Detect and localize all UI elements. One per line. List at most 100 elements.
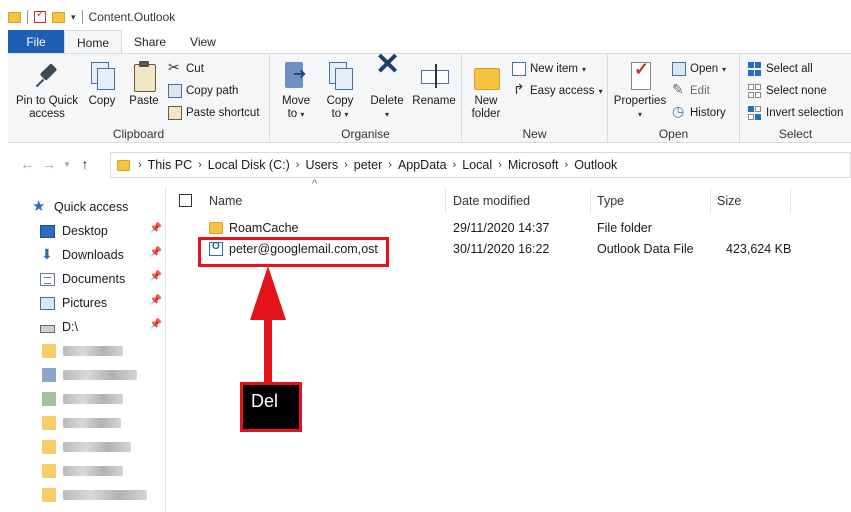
history-button[interactable]: History [672,103,726,122]
chevron-right-icon[interactable]: › [386,159,394,171]
folder-icon [42,344,56,358]
copy-path-icon [168,84,182,98]
paste-button[interactable]: Paste [126,60,162,108]
blurred-nav-item[interactable] [42,414,121,432]
properties-button[interactable]: Properties ▾ [610,60,670,121]
edit-button[interactable]: Edit [672,81,710,100]
chevron-down-icon: ▾ [598,86,603,96]
select-none-button[interactable]: Select none [748,82,827,100]
copy-path-button[interactable]: Copy path [168,82,238,100]
tab-share[interactable]: Share [122,30,178,54]
pictures-icon [40,296,55,310]
breadcrumb-local-disk[interactable]: Local Disk (C:) [204,158,294,172]
chevron-down-icon: ▾ [300,110,305,119]
pin-icon[interactable]: 📌 [150,319,162,330]
blurred-nav-item[interactable] [42,438,131,456]
star-icon [32,197,47,215]
move-label: Move [281,95,311,107]
copy-icon [87,60,117,92]
chevron-right-icon[interactable]: › [563,159,571,171]
blurred-nav-item[interactable] [42,462,123,480]
history-label: History [690,107,726,119]
breadcrumb-peter[interactable]: peter [350,158,387,172]
cut-button[interactable]: Cut [168,59,204,78]
pin-icon [32,60,62,92]
copy-to-button[interactable]: Copy to ▾ [320,60,360,121]
paste-shortcut-button[interactable]: Paste shortcut [168,104,260,122]
tab-home[interactable]: Home [64,30,123,54]
blurred-nav-item[interactable] [42,366,137,384]
nav-item-drive-d[interactable]: D:\ 📌 [40,316,166,338]
new-item-button[interactable]: New item ▾ [512,60,586,78]
rename-button[interactable]: Rename [410,60,458,108]
blurred-nav-item[interactable] [42,486,147,504]
chevron-right-icon[interactable]: › [451,159,459,171]
breadcrumb-this-pc[interactable]: This PC [144,158,196,172]
new-folder-button[interactable]: New folder [466,60,506,121]
pin-icon[interactable]: 📌 [150,295,162,306]
breadcrumb-outlook[interactable]: Outlook [570,158,621,172]
up-arrow-icon[interactable]: ↑ [74,156,96,172]
chevron-right-icon[interactable]: › [196,159,204,171]
back-arrow-icon[interactable]: ← [16,156,38,172]
column-header-name[interactable]: Name [209,186,242,216]
file-row-roamcache[interactable]: RoamCache 29/11/2020 14:37 File folder [166,219,851,239]
forward-arrow-icon[interactable]: → [38,156,60,172]
customize-quick-access-icon[interactable]: ▾ [71,12,76,23]
new-folder-quick-icon[interactable] [52,11,65,23]
column-divider[interactable] [790,188,791,214]
tab-file[interactable]: File [8,30,64,54]
nav-item-desktop[interactable]: Desktop 📌 [40,220,166,242]
delete-button[interactable]: Delete ▾ [368,58,406,121]
breadcrumb-appdata[interactable]: AppData [394,158,451,172]
column-divider[interactable] [710,188,711,214]
breadcrumb-local[interactable]: Local [458,158,496,172]
breadcrumb-users[interactable]: Users [301,158,342,172]
chevron-right-icon[interactable]: › [342,159,350,171]
open-group: Properties ▾ Open ▾ Edit History Open [608,54,740,143]
chevron-right-icon[interactable]: › [496,159,504,171]
move-to-button[interactable]: Move to ▾ [276,60,316,121]
address-bar[interactable]: › This PC › Local Disk (C:) › Users › pe… [110,152,851,178]
pin-icon[interactable]: 📌 [150,247,162,258]
invert-selection-button[interactable]: Invert selection [748,104,843,122]
copy-to-icon [325,60,355,92]
breadcrumb-microsoft[interactable]: Microsoft [504,158,563,172]
nav-item-documents[interactable]: Documents 📌 [40,268,166,290]
copy-path-label: Copy path [186,85,239,97]
nav-item-quick-access[interactable]: Quick access [32,196,166,218]
annotation-arrow-shaft [264,316,272,384]
folder-icon [42,392,56,406]
chevron-right-icon[interactable]: › [294,159,302,171]
properties-quick-icon[interactable] [34,9,46,23]
file-date: 30/11/2020 16:22 [453,242,550,256]
column-divider[interactable] [445,188,446,214]
pin-icon[interactable]: 📌 [150,223,162,234]
nav-item-pictures[interactable]: Pictures 📌 [40,292,166,314]
file-type: Outlook Data File [597,242,694,256]
open-button[interactable]: Open ▾ [672,60,726,78]
redacted-text [63,394,123,404]
select-all-checkbox[interactable] [179,194,192,207]
folder-icon [8,11,21,23]
column-header-date[interactable]: Date modified [453,186,530,216]
column-header-size[interactable]: Size [717,186,741,216]
easy-access-button[interactable]: Easy access ▾ [512,81,603,100]
copy-to-label: to [331,108,342,120]
blurred-nav-item[interactable] [42,342,123,360]
chevron-right-icon[interactable]: › [136,159,144,171]
ribbon: Pin to Quick access Copy Paste Cut Copy … [8,53,851,143]
column-divider[interactable] [590,188,591,214]
column-header-type[interactable]: Type [597,186,624,216]
copy-button[interactable]: Copy [84,60,120,108]
delete-label: Delete [370,95,404,107]
redacted-text [63,442,131,452]
recent-locations-chevron-icon[interactable]: ▾ [60,159,74,170]
tab-view[interactable]: View [178,30,228,54]
blurred-nav-item[interactable] [42,390,123,408]
select-all-button[interactable]: Select all [748,60,813,78]
pin-to-quick-access-button[interactable]: Pin to Quick access [12,60,82,121]
edit-label: Edit [690,85,710,97]
nav-item-downloads[interactable]: Downloads 📌 [40,244,166,266]
pin-icon[interactable]: 📌 [150,271,162,282]
